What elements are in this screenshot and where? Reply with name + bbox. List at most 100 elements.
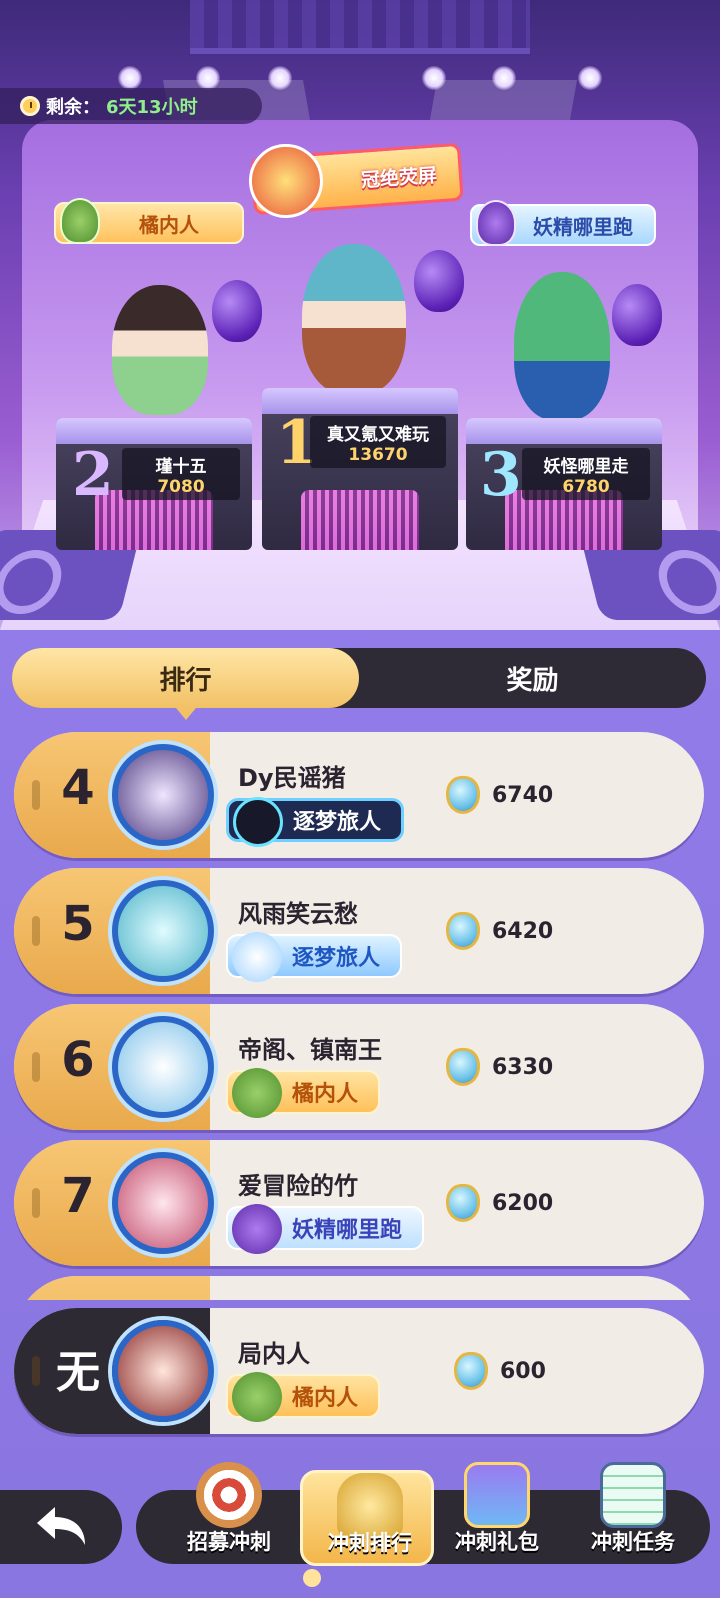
title-badge-label: 逐梦旅人 — [293, 810, 382, 835]
score-value: 6330 — [492, 1054, 554, 1080]
coin-icon — [446, 1184, 480, 1222]
podium-plate-first: 真又氪又难玩 13670 — [310, 416, 446, 468]
my-avatar[interactable] — [112, 1320, 214, 1422]
ranking-row: 5 风雨笑云愁 逐梦旅人 6420 — [14, 868, 704, 994]
ranking-row: 7 爱冒险的竹 妖精哪里跑 6200 — [14, 1140, 704, 1266]
right-title-tag: 妖精哪里跑 — [470, 200, 656, 246]
ranking-row-partial — [14, 1276, 704, 1300]
right-tag-label: 妖精哪里跑 — [533, 214, 633, 239]
gourd-icon — [232, 1068, 282, 1118]
third-place-character — [514, 272, 610, 420]
title-badge-label: 橘内人 — [292, 1082, 359, 1107]
avatar[interactable] — [112, 880, 214, 982]
clock-icon — [20, 96, 40, 116]
nav-sprint-ranking[interactable]: 冲刺排行 — [300, 1470, 434, 1587]
tiktok-icon — [233, 797, 283, 847]
avatar[interactable] — [112, 1016, 214, 1118]
eggplant-icon — [612, 284, 662, 346]
rank-number: 6 — [61, 1032, 95, 1088]
first-place-character — [302, 244, 406, 394]
title-badge-label: 妖精哪里跑 — [292, 1218, 403, 1243]
player-name: Dy民谣猪 — [238, 764, 346, 792]
second-place-character — [112, 285, 208, 415]
rank-number: 5 — [61, 896, 95, 952]
eggplant-icon — [414, 250, 464, 312]
rank-number: 4 — [61, 760, 95, 816]
eggplant-icon — [476, 200, 516, 246]
podium-name: 瑾十五 — [155, 456, 207, 477]
title-badge: 逐梦旅人 — [226, 932, 403, 982]
title-badge: 橘内人 — [226, 1068, 381, 1118]
rank-number: 7 — [61, 1168, 95, 1224]
clipboard-icon — [600, 1462, 666, 1528]
podium-plate-second: 瑾十五 7080 — [122, 448, 240, 500]
remaining-time: 剩余： 6天13小时 — [0, 88, 262, 124]
champion-title: 冠绝荧屏 — [360, 163, 438, 192]
my-title-badge: 橘内人 — [226, 1372, 381, 1422]
nav-label: 冲刺礼包 — [455, 1530, 539, 1554]
score-value: 6420 — [492, 918, 554, 944]
eggplant-icon — [212, 280, 262, 342]
player-name: 帝阁、镇南王 — [238, 1036, 382, 1064]
stage-light — [578, 66, 602, 90]
my-name: 局内人 — [238, 1340, 310, 1368]
nav-label: 冲刺排行 — [328, 1531, 412, 1555]
stage-light — [118, 66, 142, 90]
title-badge-label: 逐梦旅人 — [292, 946, 381, 971]
podium-name: 妖怪哪里走 — [543, 456, 629, 477]
eggplant-icon — [232, 1204, 282, 1254]
ranking-list[interactable]: 4 Dy民谣猪 逐梦旅人 6740 5 风雨笑云愁 逐梦旅人 6420 6 帝阁… — [0, 728, 720, 1300]
title-badge: 逐梦旅人 — [226, 797, 405, 847]
player-name: 风雨笑云愁 — [238, 900, 358, 928]
podium-rank-third: 3 — [480, 440, 522, 510]
cloud-mascot-icon — [232, 932, 282, 982]
remaining-label: 剩余： — [46, 97, 100, 118]
my-title-badge-label: 橘内人 — [292, 1386, 359, 1411]
podium-score: 13670 — [348, 444, 408, 465]
score: 6200 — [446, 1184, 553, 1222]
back-arrow-icon — [37, 1507, 85, 1545]
score-value: 6200 — [492, 1190, 554, 1216]
podium-plate-third: 妖怪哪里走 6780 — [522, 448, 650, 500]
rank-cell — [14, 1276, 210, 1300]
tab-bar: 排行 奖励 — [12, 648, 706, 720]
score: 6330 — [446, 1048, 553, 1086]
ranking-row: 6 帝阁、镇南王 橘内人 6330 — [14, 1004, 704, 1130]
title-badge: 妖精哪里跑 — [226, 1204, 425, 1254]
avatar[interactable] — [112, 744, 214, 846]
my-rank-row: 无 局内人 橘内人 600 — [14, 1308, 704, 1434]
nav-label: 冲刺任务 — [591, 1530, 675, 1554]
gourd-icon — [232, 1372, 282, 1422]
left-title-tag: 橘内人 — [54, 198, 244, 244]
remaining-value: 6天13小时 — [106, 97, 198, 118]
my-score: 600 — [454, 1352, 546, 1390]
score: 6740 — [446, 776, 553, 814]
nav-sprint-gift[interactable]: 冲刺礼包 — [430, 1462, 564, 1566]
coin-icon — [446, 912, 480, 950]
nav-label: 招募冲刺 — [187, 1530, 271, 1554]
dartboard-icon — [196, 1462, 262, 1528]
avatar[interactable] — [112, 1152, 214, 1254]
podium-rank-second: 2 — [72, 440, 114, 510]
tab-rewards[interactable]: 奖励 — [359, 648, 706, 708]
podium-score: 6780 — [562, 476, 610, 497]
stage-truss — [190, 0, 530, 54]
podium-name: 真又氪又难玩 — [327, 424, 429, 445]
gift-box-icon — [464, 1462, 530, 1528]
coin-icon — [454, 1352, 488, 1390]
score: 6420 — [446, 912, 553, 950]
player-name: 爱冒险的竹 — [238, 1172, 358, 1200]
left-tag-label: 橘内人 — [139, 212, 199, 237]
nav-recruit-sprint[interactable]: 招募冲刺 — [162, 1462, 296, 1566]
coin-icon — [446, 1048, 480, 1086]
back-button[interactable] — [0, 1490, 122, 1564]
coin-icon — [446, 776, 480, 814]
ranking-row: 4 Dy民谣猪 逐梦旅人 6740 — [14, 732, 704, 858]
stage-banner: 剩余： 6天13小时 冠绝荧屏 橘内人 妖精哪里跑 2 瑾十五 7080 1 真… — [0, 0, 720, 630]
my-rank: 无 — [56, 1347, 100, 1398]
score-value: 6740 — [492, 782, 554, 808]
gourd-icon — [60, 198, 100, 244]
podium-score: 7080 — [157, 476, 205, 497]
tab-ranking[interactable]: 排行 — [12, 648, 359, 720]
nav-sprint-task[interactable]: 冲刺任务 — [566, 1462, 700, 1566]
